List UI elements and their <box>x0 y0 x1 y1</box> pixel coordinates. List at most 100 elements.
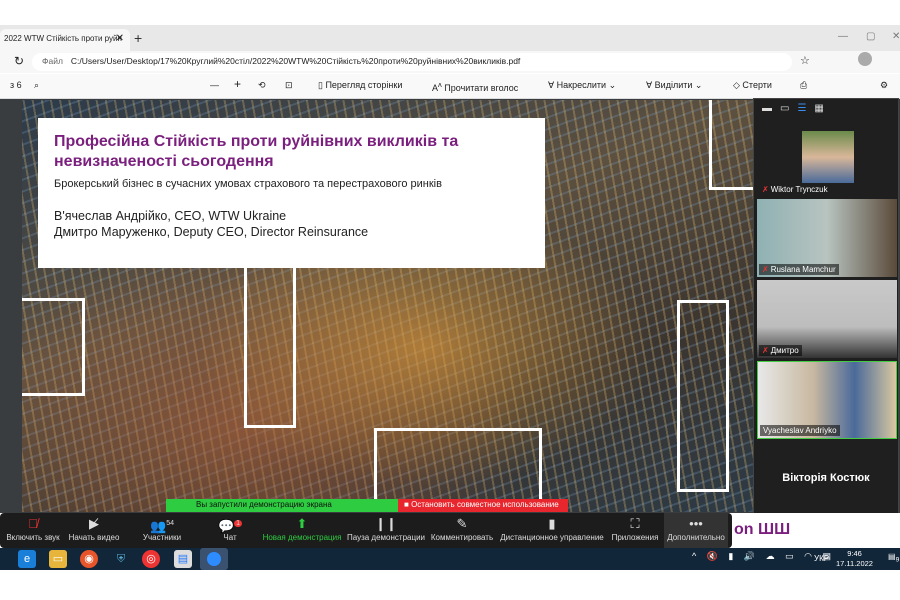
fit-page-icon[interactable]: ⊡ <box>285 80 293 91</box>
participant-name-text: Дмитро <box>770 346 799 355</box>
favorites-icon[interactable]: ☆ <box>800 54 810 67</box>
video-off-icon: ▶̸ <box>89 516 99 531</box>
start-video-label: Начать видео <box>68 533 120 542</box>
chat-label: Чат <box>223 533 237 542</box>
video-tile[interactable]: ✗ Wiktor Trynczuk <box>757 119 897 197</box>
avatar[interactable] <box>858 52 872 66</box>
minimize-button[interactable]: — <box>838 31 848 42</box>
url-field[interactable]: Файл C:/Users/User/Desktop/17%20Круглий%2… <box>32 53 792 71</box>
pause-icon: ❙❙ <box>375 516 397 531</box>
chat-button[interactable]: 💬 1 Чат <box>210 513 250 548</box>
print-icon[interactable]: ⎙ <box>800 80 807 91</box>
read-aloud-label: Прочитати вголос <box>444 83 519 93</box>
mic-off-icon: 🎙̸ <box>28 516 38 531</box>
url-prefix: Файл <box>42 56 63 66</box>
pause-share-label: Пауза демонстрации <box>346 533 425 542</box>
search-icon[interactable]: ⌕ <box>34 80 39 91</box>
new-tab-button[interactable]: + <box>134 30 142 46</box>
start-video-button[interactable]: ▶̸ Начать видео <box>66 513 122 548</box>
edge-icon[interactable]: e <box>18 550 36 568</box>
muted-mic-icon: ✗ <box>762 265 769 274</box>
pencil-icon: ✎ <box>456 516 468 531</box>
zoom-in-icon[interactable]: + <box>234 77 241 91</box>
read-aloud-button[interactable]: Aʌ Прочитати вголос <box>432 80 518 93</box>
unmute-button[interactable]: 🎙̸ Включить звук <box>4 513 62 548</box>
stop-sharing-label: Остановить совместное использование <box>411 500 559 509</box>
new-share-button[interactable]: ⬆ Новая демонстрация <box>262 513 342 548</box>
sharing-status-text: Вы запустили демонстрацию экрана <box>196 500 332 509</box>
zoom-app-icon[interactable] <box>200 548 228 570</box>
annotate-button[interactable]: ✎ Комментировать <box>430 513 494 548</box>
video-tile[interactable]: ✗ Дмитро <box>757 280 897 358</box>
more-button[interactable]: ••• Дополнительно <box>664 513 728 548</box>
document-icon[interactable]: ▤ <box>174 550 192 568</box>
video-tile[interactable]: ✗ Ruslana Mamchur <box>757 199 897 277</box>
participants-button[interactable]: 👥54 Участники <box>138 513 186 548</box>
url-text: C:/Users/User/Desktop/17%20Круглий%20сті… <box>70 56 521 66</box>
decor-frame <box>244 260 296 428</box>
annotate-label: Комментировать <box>430 533 494 542</box>
page-view-label: Перегляд сторінки <box>325 80 403 90</box>
rotate-icon[interactable]: ⟲ <box>258 80 266 91</box>
participant-name: Vyacheslav Andriyko <box>760 425 840 436</box>
slide-title: Професійна Стійкість проти руйнівних вик… <box>54 133 459 170</box>
author-1: В'ячеслав Андрійко, CEO, WTW Ukraine <box>54 209 287 223</box>
refresh-icon[interactable]: ↻ <box>14 54 24 68</box>
sharing-status-banner: Вы запустили демонстрацию экрана <box>166 499 398 512</box>
participants-icon: 👥54 <box>150 518 174 534</box>
stop-sharing-button[interactable]: ■ Остановить совместное использование <box>398 499 568 512</box>
remote-control-button[interactable]: ▮ Дистанционное управление <box>500 513 604 548</box>
draw-button[interactable]: ∀ Накреслити ⌄ <box>548 80 616 91</box>
participants-count: 54 <box>166 520 174 527</box>
notifications-icon[interactable]: ▤9 <box>888 552 899 564</box>
page-view-button[interactable]: ▯ Перегляд сторінки <box>318 80 402 91</box>
presentation-slide: Професійна Стійкість проти руйнівних вик… <box>22 100 753 512</box>
unmute-label: Включить звук <box>6 533 60 542</box>
decor-frame <box>677 300 729 492</box>
chrome-icon[interactable]: ◎ <box>142 550 160 568</box>
video-tile-active-speaker[interactable]: Vyacheslav Andriyko <box>757 361 897 439</box>
participant-name: ✗ Ruslana Mamchur <box>759 264 839 275</box>
view-mode-icons[interactable]: ▬▭☰▦ <box>762 103 832 114</box>
muted-mic-icon: ✗ <box>762 346 769 355</box>
settings-icon[interactable]: ⚙ <box>880 80 888 91</box>
file-explorer-icon[interactable]: ▭ <box>49 550 67 568</box>
close-tab-icon[interactable]: ✕ <box>116 33 124 44</box>
browser-tab[interactable]: 2022 WTW Стійкість проти руйн ✕ <box>0 29 130 51</box>
maximize-button[interactable]: ▢ <box>866 31 875 42</box>
more-label: Дополнительно <box>667 533 725 542</box>
zoom-out-icon[interactable]: — <box>210 80 219 90</box>
muted-mic-icon: ✗ <box>762 185 769 194</box>
security-icon[interactable]: ⛨ <box>112 550 130 568</box>
remote-control-label: Дистанционное управление <box>500 533 604 542</box>
more-icon: ••• <box>689 516 703 531</box>
slide-subtitle: Брокерський бізнес в сучасних умовах стр… <box>54 178 442 190</box>
chat-badge: 1 <box>234 520 243 527</box>
highlight-button[interactable]: ∀ Виділити ⌄ <box>646 80 702 91</box>
participant-name-text: Wiktor Trynczuk <box>770 185 828 194</box>
background-window-text: on ШШ <box>732 513 900 548</box>
clock-date: 17.11.2022 <box>836 559 873 568</box>
author-2: Дмитро Маруженко, Deputy CEO, Director R… <box>54 225 369 239</box>
apps-label: Приложения <box>611 533 659 542</box>
participants-label: Участники <box>142 533 182 542</box>
participant-name: ✗ Дмитро <box>759 345 802 356</box>
active-participant-name: Вікторія Костюк <box>782 472 870 484</box>
erase-button[interactable]: ◇ Стерти <box>733 80 772 91</box>
pause-share-button[interactable]: ❙❙ Пауза демонстрации <box>346 513 426 548</box>
language-indicator[interactable]: УКР <box>814 554 829 563</box>
participant-name: ✗ Wiktor Trynczuk <box>759 184 831 195</box>
participant-photo <box>802 131 854 183</box>
close-window-button[interactable]: ✕ <box>892 31 900 42</box>
share-screen-icon: ⬆ <box>296 516 308 531</box>
erase-label: Стерти <box>742 80 772 90</box>
notification-count: 9 <box>895 556 900 564</box>
apps-button[interactable]: ⛶ Приложения <box>610 513 660 548</box>
firefox-icon[interactable]: ◉ <box>80 550 98 568</box>
participant-name-text: Ruslana Mamchur <box>770 265 836 274</box>
participants-video-panel: ▬▭☰▦ ✗ Wiktor Trynczuk ✗ Ruslana Mamchur ✗… <box>753 98 899 522</box>
clock[interactable]: 9:46 17.11.2022 <box>836 549 873 569</box>
draw-label: Накреслити <box>556 80 607 90</box>
participant-name-text: Vyacheslav Andriyko <box>763 426 837 435</box>
clock-time: 9:46 <box>847 549 862 558</box>
